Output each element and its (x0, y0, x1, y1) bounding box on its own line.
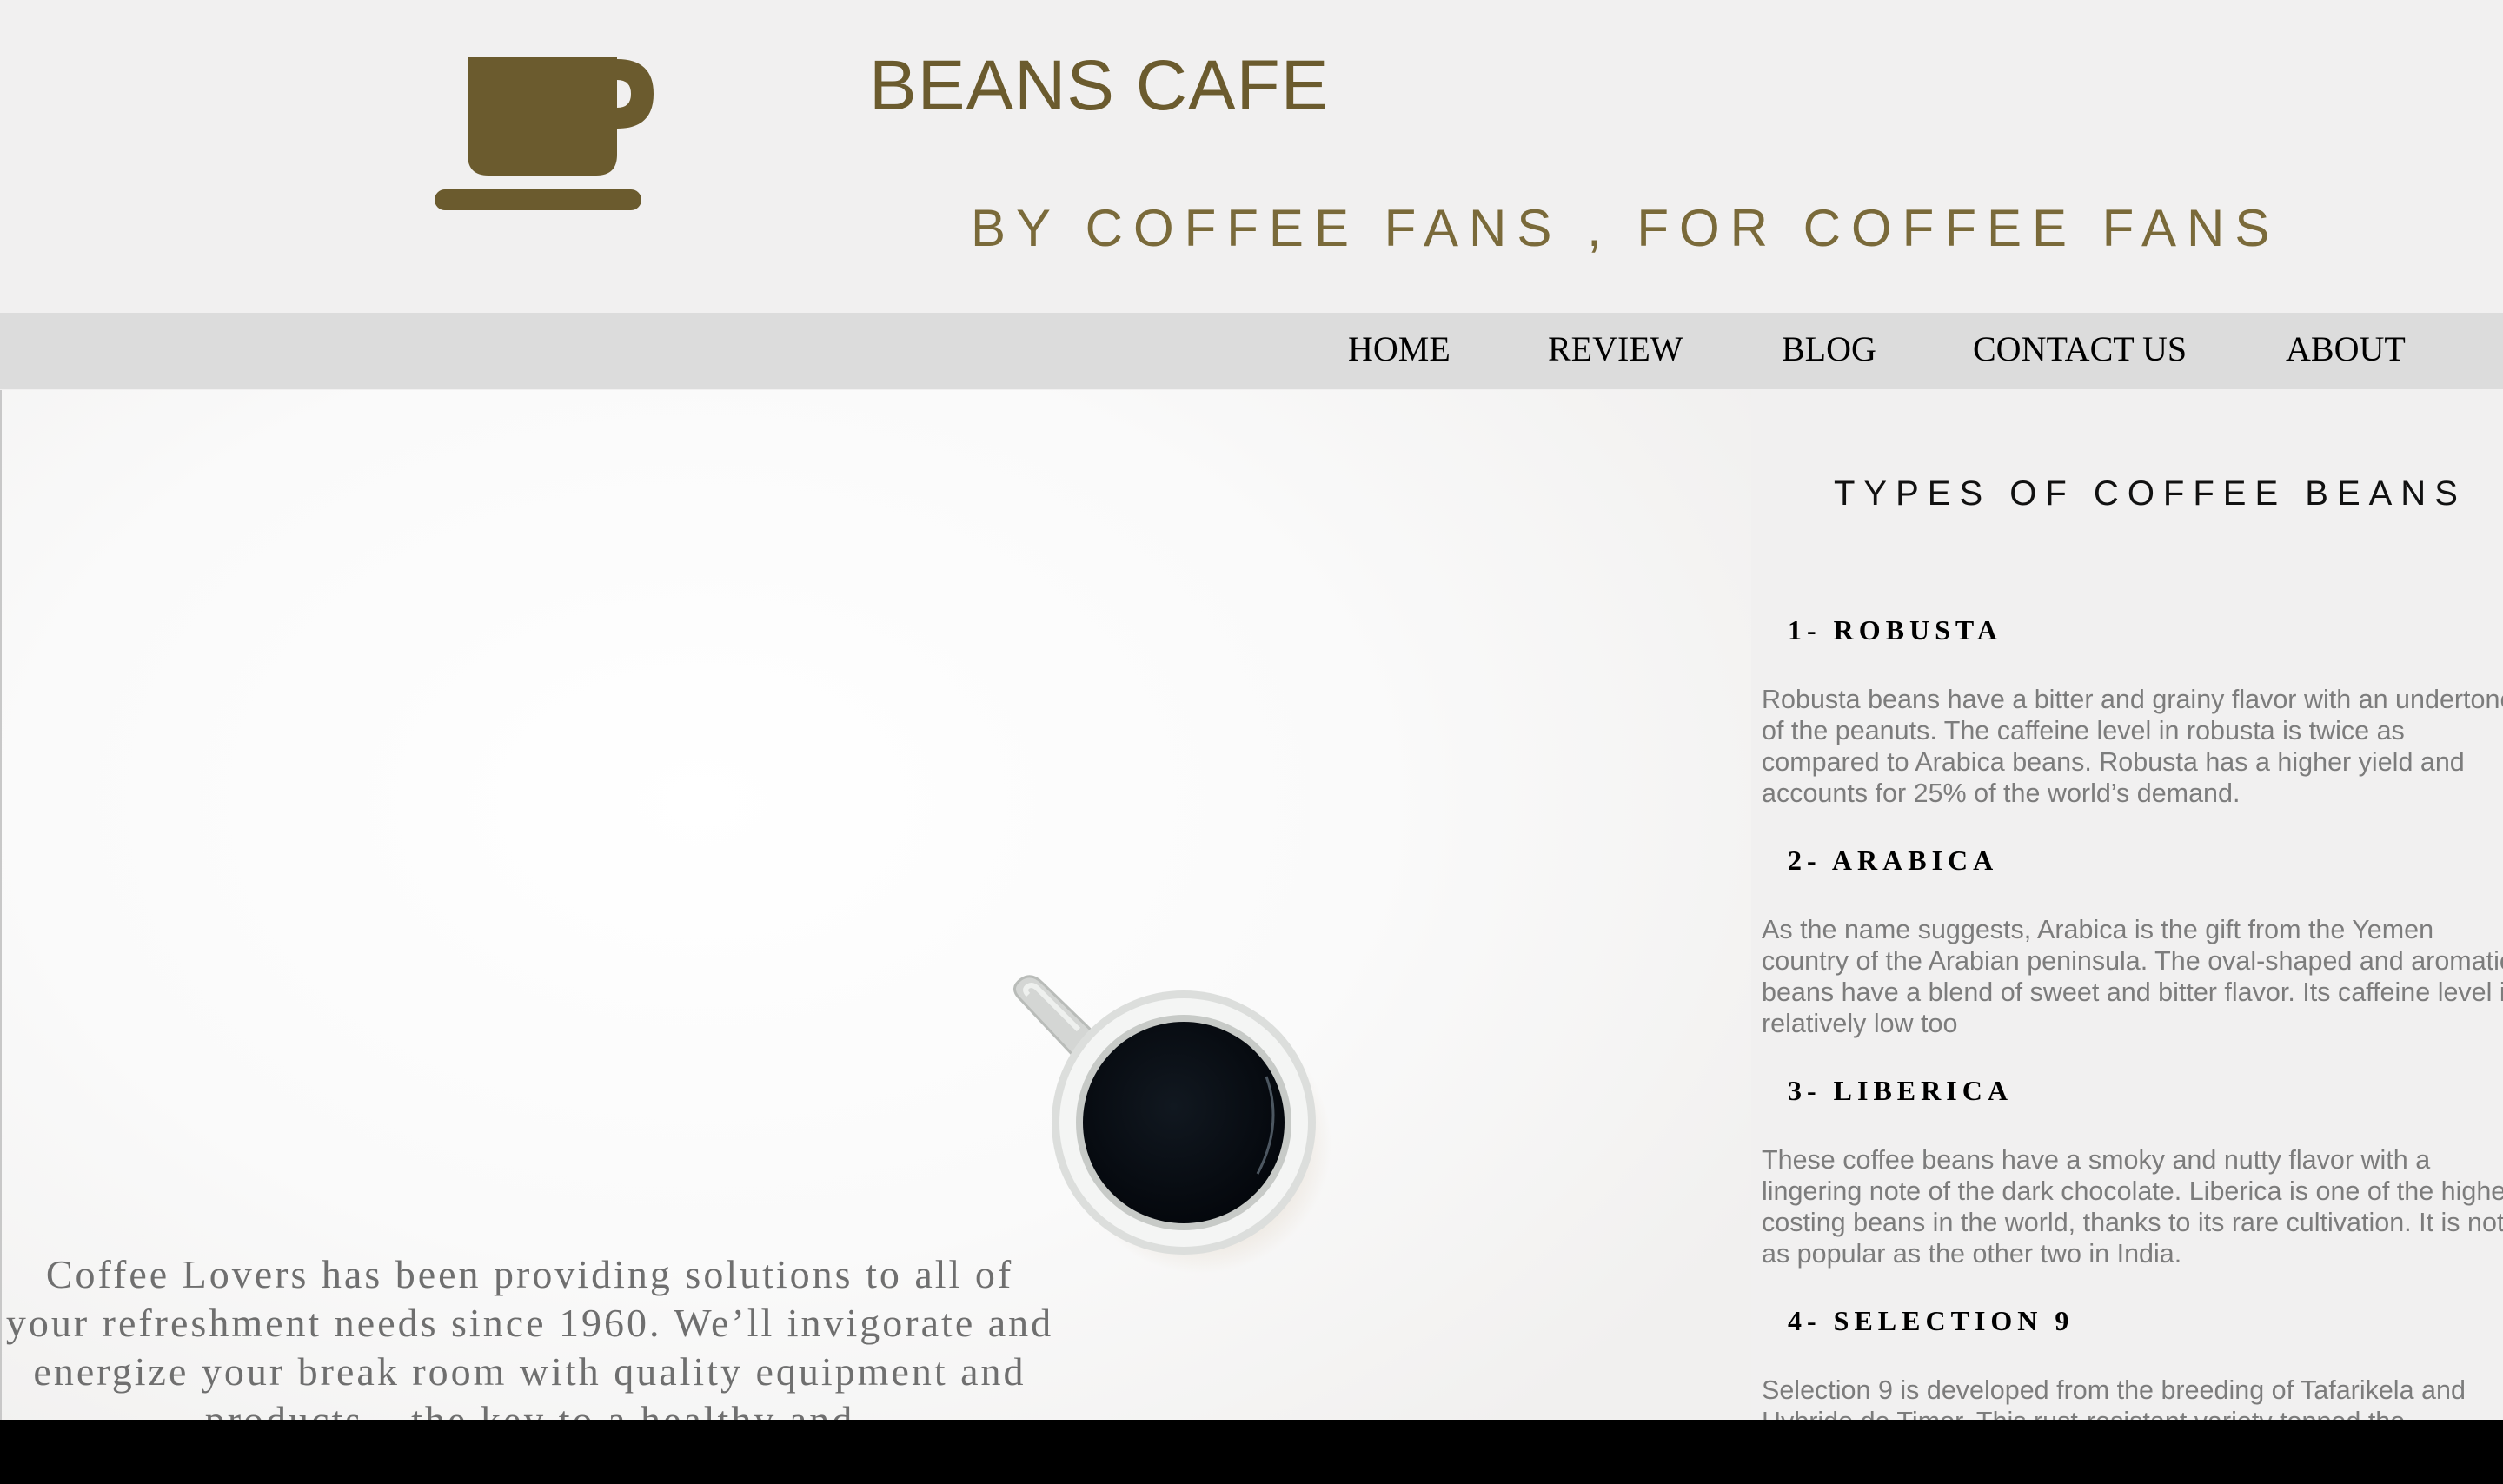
coffee-types-panel: TYPES OF COFFEE BEANS 1- ROBUSTA Robusta… (1751, 390, 2503, 1420)
hero-text: Coffee Lovers has been providing solutio… (5, 1252, 1054, 1420)
coffee-cup-photo (1006, 972, 1371, 1285)
coffee-cup-icon[interactable] (435, 57, 656, 212)
bean-heading-liberica: 3- LIBERICA (1788, 1075, 2013, 1106)
nav-bar: HOME REVIEW BLOG CONTACT US ABOUT (0, 313, 2503, 389)
nav-home[interactable]: HOME (1348, 328, 1451, 369)
nav-review[interactable]: REVIEW (1548, 328, 1683, 369)
nav-blog[interactable]: BLOG (1782, 328, 1876, 369)
nav-contact-us[interactable]: CONTACT US (1973, 328, 2187, 369)
bean-heading-robusta: 1- ROBUSTA (1788, 614, 2002, 646)
site-tagline: BY COFFEE FANS , FOR COFFEE FANS (971, 199, 2281, 257)
bean-heading-selection-9: 4- SELECTION 9 (1788, 1305, 2075, 1336)
bean-description-arabica: As the name suggests, Arabica is the gif… (1762, 915, 2503, 1038)
bean-description-liberica: These coffee beans have a smoky and nutt… (1762, 1145, 2503, 1269)
page: BEANS CAFE BY COFFEE FANS , FOR COFFEE F… (0, 0, 2503, 1420)
bean-description-robusta: Robusta beans have a bitter and grainy f… (1762, 685, 2503, 808)
bean-description-selection-9: Selection 9 is developed from the breedi… (1762, 1375, 2466, 1420)
bean-heading-arabica: 2- ARABICA (1788, 845, 1999, 876)
nav-about[interactable]: ABOUT (2286, 328, 2406, 369)
site-title: BEANS CAFE (869, 46, 1330, 125)
hero-section: Coffee Lovers has been providing solutio… (0, 390, 1751, 1420)
panel-title: TYPES OF COFFEE BEANS (1834, 474, 2466, 513)
